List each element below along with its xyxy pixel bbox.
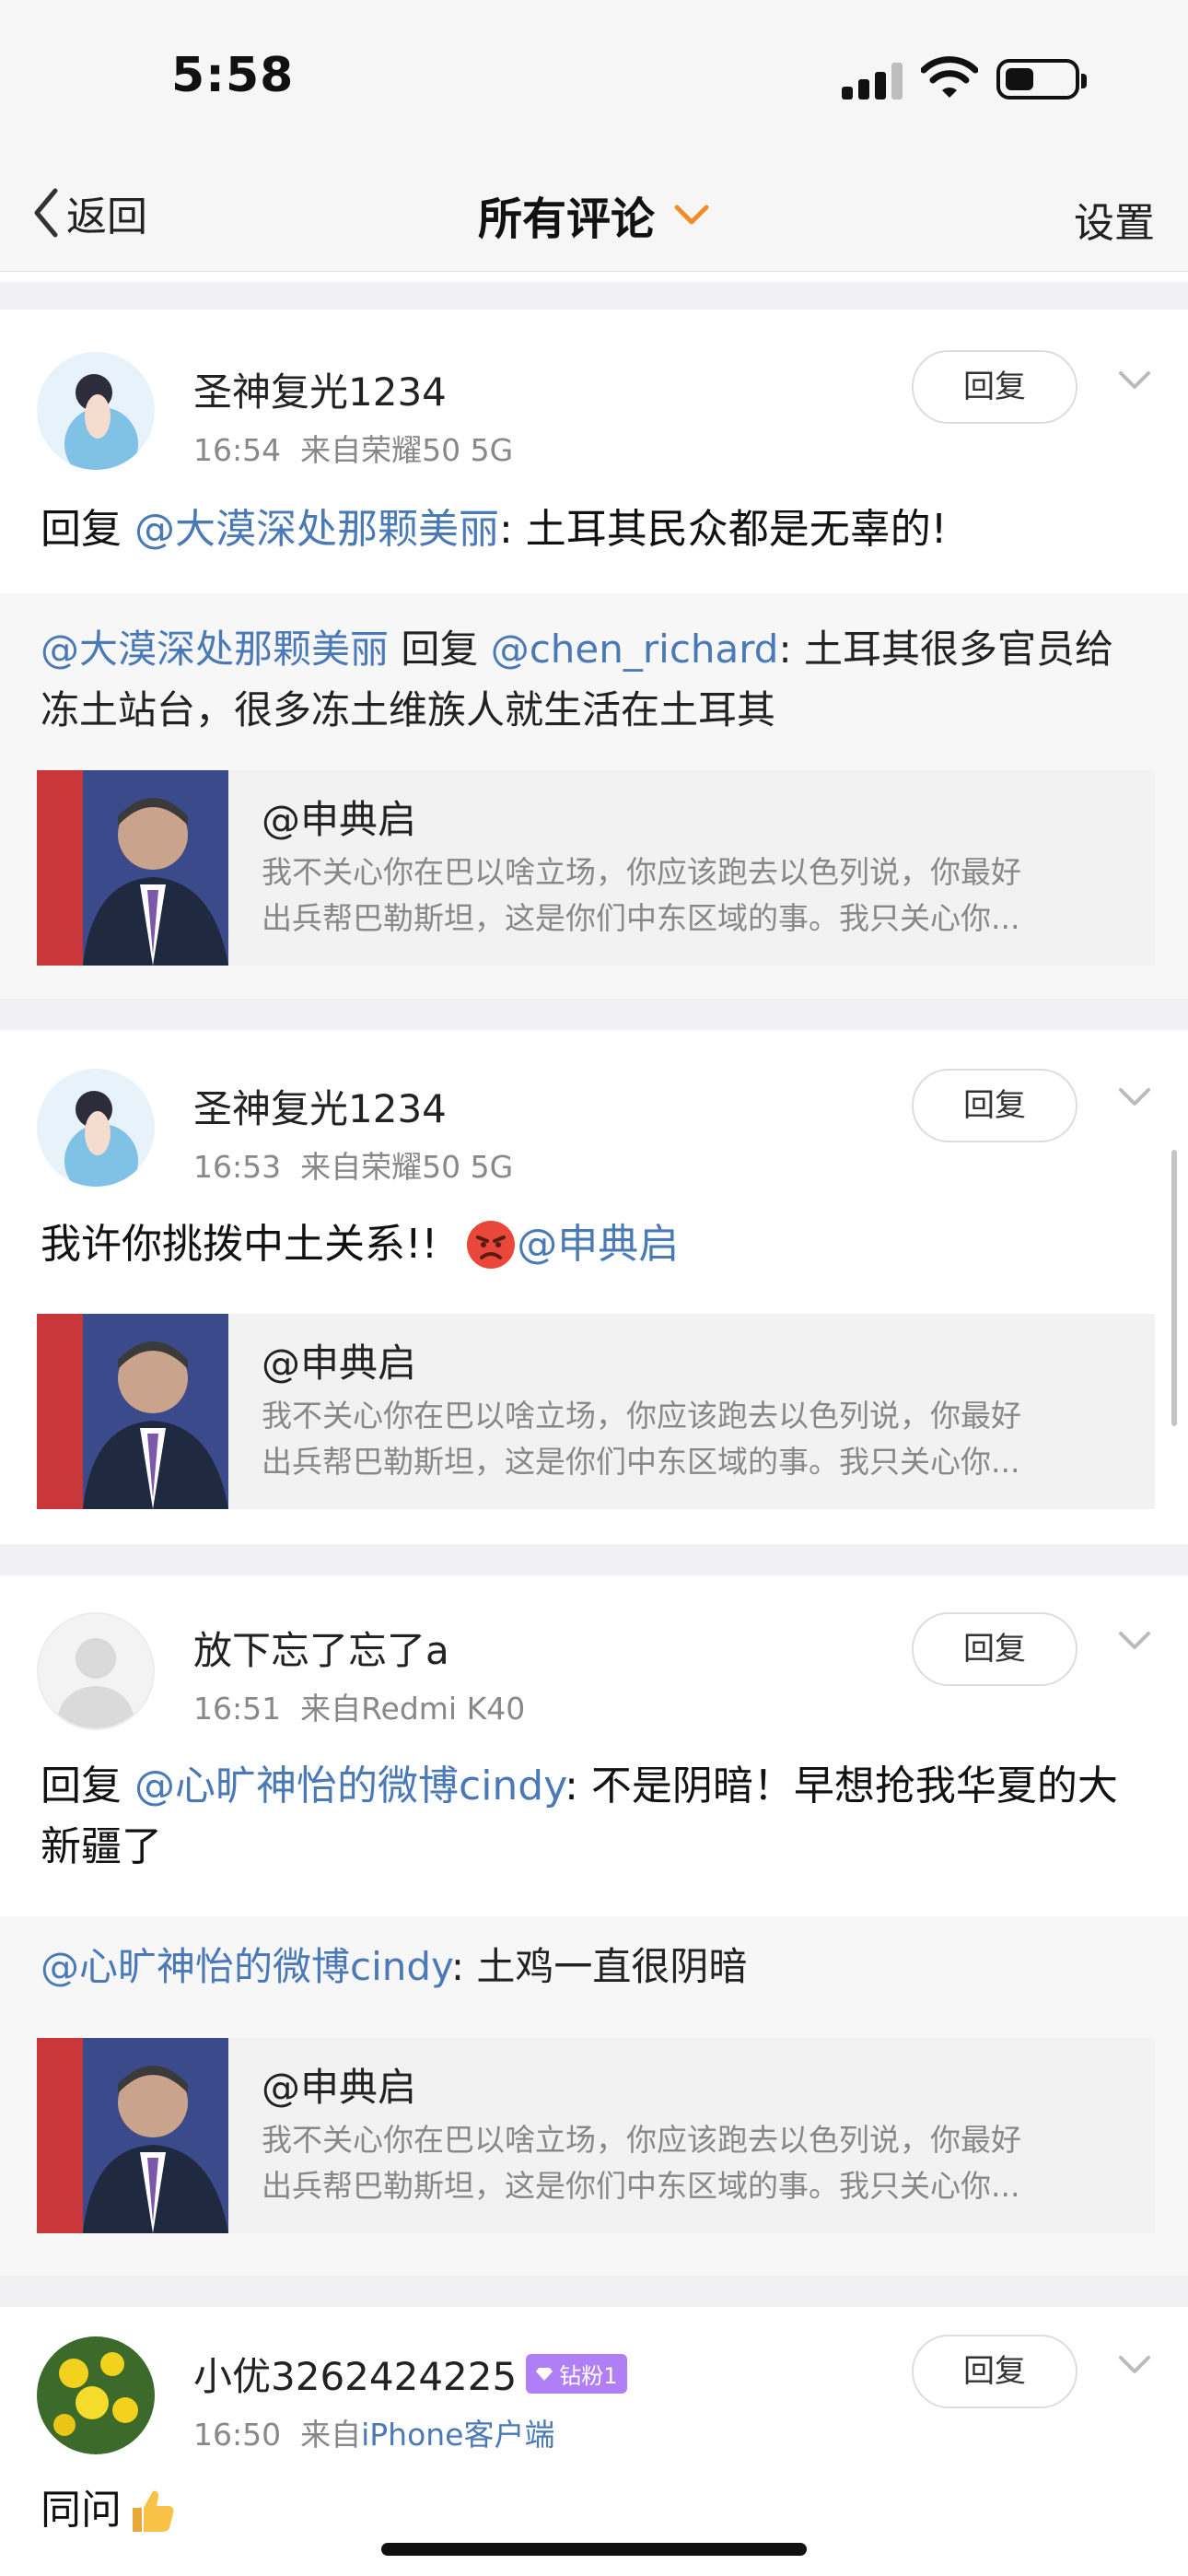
card-description: 我不关心你在巴以啥立场，你应该跑去以色列说，你最好 出兵帮巴勒斯坦，这是你们中东… <box>262 2122 1021 2204</box>
divider <box>0 2276 1188 2307</box>
cellular-signal-icon <box>842 63 903 100</box>
divider <box>0 1544 1188 1575</box>
mention-link[interactable]: @chen_richard <box>491 626 779 672</box>
comment-time: 16:53 <box>193 1149 282 1185</box>
quote-text: @心旷神怡的微博cindy: 土鸡一直很阴暗 <box>41 1937 1146 1997</box>
mention-link[interactable]: @大漠深处那颗美丽 <box>41 626 389 672</box>
source-prefix: 来自 <box>300 2417 362 2453</box>
divider <box>0 282 1188 310</box>
comment-item: 小优3262424225 钻粉1 16:50 来自iPhone客户端 回复 同问 <box>0 2307 1188 2576</box>
home-indicator[interactable] <box>381 2543 807 2556</box>
card-description: 我不关心你在巴以啥立场，你应该跑去以色列说，你最好 出兵帮巴勒斯坦，这是你们中东… <box>262 854 1021 936</box>
username[interactable]: 小优3262424225 <box>193 2346 517 2402</box>
reply-button[interactable]: 回复 <box>912 350 1077 424</box>
page-title: 所有评论 <box>0 182 1188 247</box>
comment-filter-dropdown[interactable]: 所有评论 <box>478 182 710 247</box>
reply-button[interactable]: 回复 <box>912 1069 1077 1142</box>
chevron-down-icon[interactable] <box>1118 1087 1151 1107</box>
source-post-card[interactable]: @申典启 我不关心你在巴以啥立场，你应该跑去以色列说，你最好 出兵帮巴勒斯坦，这… <box>37 2038 1155 2233</box>
source-prefix: 来自 <box>300 1149 362 1185</box>
post-thumbnail <box>37 1314 228 1509</box>
comment-time: 16:54 <box>193 432 282 468</box>
quote-body: : 土鸡一直很阴暗 <box>450 1944 748 1989</box>
comment-text: 我许你挑拨中土关系!! <box>41 1221 438 1268</box>
chevron-down-icon[interactable] <box>1118 2355 1151 2375</box>
mention-link[interactable]: @心旷神怡的微博cindy <box>41 1944 451 1989</box>
fan-badge-label: 钻粉1 <box>559 2363 618 2389</box>
avatar[interactable] <box>37 1069 155 1187</box>
comment-time: 16:50 <box>193 2417 282 2453</box>
nav-bar: 返回 所有评论 设置 <box>0 157 1188 272</box>
quoted-comment: @大漠深处那颗美丽 回复 @chen_richard: 土耳其很多官员给冻土站台… <box>0 593 1188 999</box>
diamond-icon <box>536 2367 553 2381</box>
comment-meta: 16:54 来自荣耀50 5G <box>193 426 513 470</box>
chevron-down-icon <box>674 205 709 225</box>
comment-meta: 16:51 来自Redmi K40 <box>193 1684 525 1728</box>
comment-content: 回复 @大漠深处那颗美丽: 土耳其民众都是无辜的! <box>41 499 1146 560</box>
avatar[interactable] <box>37 1612 155 1730</box>
quoted-comment: @心旷神怡的微博cindy: 土鸡一直很阴暗 @申典启 我不关心你在巴以啥立场，… <box>0 1916 1188 2276</box>
angry-face-emoji-icon <box>467 1221 516 1269</box>
username[interactable]: 圣神复光1234 <box>193 1078 447 1134</box>
mention-link[interactable]: @申典启 <box>517 1214 679 1275</box>
mention-link[interactable]: @大漠深处那颗美丽 <box>134 506 499 553</box>
source-client: 荣耀50 5G <box>361 1149 514 1185</box>
settings-button[interactable]: 设置 <box>1074 190 1155 249</box>
battery-icon <box>996 59 1087 100</box>
comment-item: 放下忘了忘了a 16:51 来自Redmi K40 回复 回复 @心旷神怡的微博… <box>0 1575 1188 2276</box>
avatar[interactable] <box>37 2336 155 2454</box>
username[interactable]: 放下忘了忘了a <box>193 1620 449 1676</box>
source-client-link[interactable]: iPhone客户端 <box>361 2417 554 2453</box>
reply-button[interactable]: 回复 <box>912 2335 1077 2408</box>
status-time: 5:58 <box>171 48 295 103</box>
username[interactable]: 圣神复光1234 <box>193 361 447 417</box>
comment-time: 16:51 <box>193 1691 282 1727</box>
source-prefix: 来自 <box>300 1691 362 1727</box>
username-row: 小优3262424225 钻粉1 <box>193 2346 627 2402</box>
quote-reply-word: 回复 <box>389 626 491 672</box>
quote-text: @大漠深处那颗美丽 回复 @chen_richard: 土耳其很多官员给冻土站台… <box>41 619 1146 741</box>
reply-button[interactable]: 回复 <box>912 1612 1077 1686</box>
status-bar: 5:58 <box>0 0 1188 157</box>
card-description: 我不关心你在巴以啥立场，你应该跑去以色列说，你最好 出兵帮巴勒斯坦，这是你们中东… <box>262 1398 1021 1480</box>
post-thumbnail <box>37 2038 228 2233</box>
card-title: @申典启 <box>262 797 417 842</box>
post-thumbnail <box>37 770 228 966</box>
source-prefix: 来自 <box>300 432 362 468</box>
avatar[interactable] <box>37 352 155 470</box>
page-title-text: 所有评论 <box>477 193 655 245</box>
source-post-card[interactable]: @申典启 我不关心你在巴以啥立场，你应该跑去以色列说，你最好 出兵帮巴勒斯坦，这… <box>37 1314 1155 1509</box>
comment-meta: 16:50 来自iPhone客户端 <box>193 2410 555 2454</box>
reply-prefix: 回复 <box>41 1762 134 1809</box>
reply-prefix: 回复 <box>41 506 134 553</box>
source-client: Redmi K40 <box>361 1691 526 1727</box>
comment-content: 同问 <box>41 2480 1146 2541</box>
thumbs-up-emoji-icon <box>133 2490 174 2532</box>
source-post-card[interactable]: @申典启 我不关心你在巴以啥立场，你应该跑去以色列说，你最好 出兵帮巴勒斯坦，这… <box>37 770 1155 966</box>
comment-meta: 16:53 来自荣耀50 5G <box>193 1142 513 1187</box>
comment-item: 圣神复光1234 16:54 来自荣耀50 5G 回复 回复 @大漠深处那颗美丽… <box>0 310 1188 999</box>
card-title: @申典启 <box>262 2065 417 2110</box>
comment-content: 我许你挑拨中土关系!! @申典启 <box>41 1214 1146 1275</box>
fan-badge: 钻粉1 <box>526 2354 627 2394</box>
divider <box>0 999 1188 1030</box>
comment-text: : 土耳其民众都是无辜的! <box>499 506 948 553</box>
comment-content: 回复 @心旷神怡的微博cindy: 不是阴暗！早想抢我华夏的大新疆了 <box>41 1756 1146 1878</box>
comment-text: 同问 <box>41 2487 122 2534</box>
chevron-down-icon[interactable] <box>1118 1631 1151 1651</box>
card-title: @申典启 <box>262 1341 417 1386</box>
source-client: 荣耀50 5G <box>361 432 514 468</box>
mention-link[interactable]: @心旷神怡的微博cindy <box>134 1762 565 1809</box>
comment-item: 圣神复光1234 16:53 来自荣耀50 5G 回复 我许你挑拨中土关系!! … <box>0 1030 1188 1544</box>
scrollbar[interactable] <box>1171 1150 1177 1426</box>
chevron-down-icon[interactable] <box>1118 370 1151 391</box>
wifi-icon <box>921 56 978 98</box>
